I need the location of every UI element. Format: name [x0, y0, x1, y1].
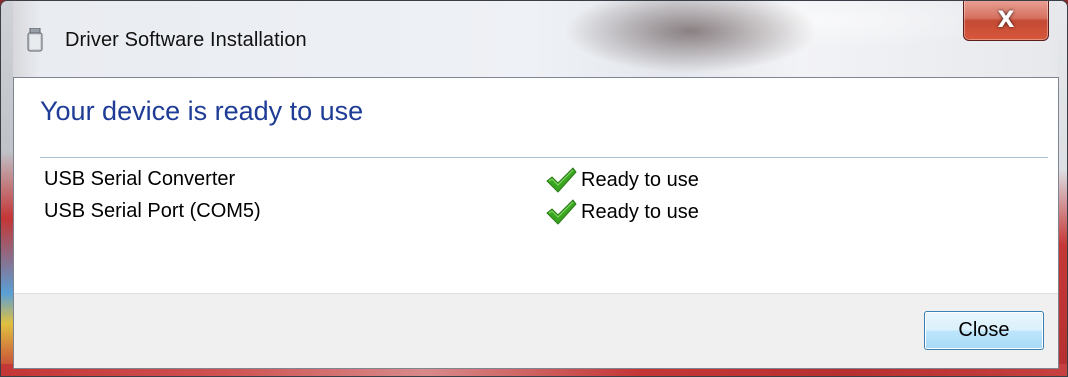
check-icon — [546, 199, 577, 225]
device-name: USB Serial Port (COM5) — [44, 200, 261, 222]
device-status-text: Ready to use — [581, 200, 699, 223]
device-row: USB Serial Port (COM5) Ready to use — [44, 196, 1044, 228]
dialog-content: Your device is ready to use USB Serial C… — [13, 77, 1059, 369]
page-title: Your device is ready to use — [40, 96, 364, 126]
frame-border-left — [1, 1, 13, 376]
device-row: USB Serial Converter Ready to use — [44, 164, 1044, 196]
dialog-footer: Close — [14, 293, 1058, 368]
usb-device-icon — [27, 28, 43, 52]
check-icon — [546, 167, 577, 193]
window-title: Driver Software Installation — [65, 29, 307, 51]
close-window-glyph: X — [997, 7, 1015, 33]
close-button[interactable]: Close — [924, 311, 1044, 350]
dialog-window: Driver Software Installation X Your devi… — [0, 0, 1068, 377]
heading-divider — [40, 157, 1048, 158]
device-name: USB Serial Converter — [44, 168, 236, 190]
device-status: Ready to use — [544, 164, 699, 196]
title-bar[interactable]: Driver Software Installation X — [13, 1, 1057, 77]
device-status-text: Ready to use — [581, 168, 699, 191]
device-status: Ready to use — [544, 196, 699, 228]
close-window-icon[interactable]: X — [963, 1, 1049, 41]
